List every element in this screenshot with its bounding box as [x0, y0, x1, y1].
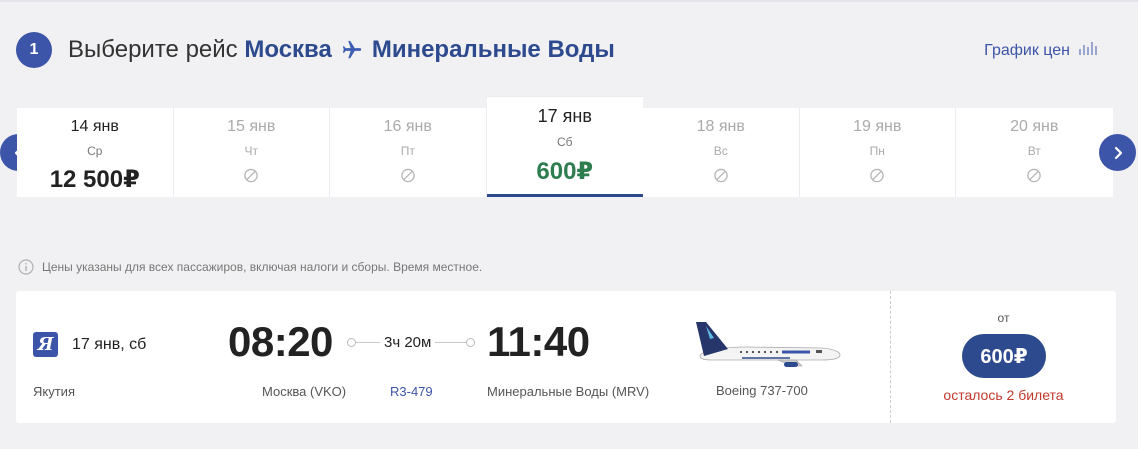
aircraft-type: Boeing 737-700 [716, 383, 808, 398]
departure-dot [347, 338, 356, 347]
weekday-label: Пт [400, 144, 415, 158]
airline-logo: Я [33, 332, 58, 357]
arrival-time: 11:40 [487, 318, 590, 365]
weekday-label: Вс [713, 144, 728, 158]
price-note-text: Цены указаны для всех пассажиров, включа… [42, 260, 483, 274]
plane-icon [341, 39, 363, 61]
date-label: 20 янв [1010, 118, 1059, 135]
select-flight-price-button[interactable]: 600₽ [962, 334, 1046, 378]
departure-airport: Москва (VKO) [262, 384, 347, 399]
destination-city: Минеральные Воды [371, 36, 615, 63]
unavailable-icon [244, 168, 258, 183]
weekday-label: Пн [869, 144, 885, 158]
price-note: Цены указаны для всех пассажиров, включа… [18, 259, 482, 275]
date-label: 16 янв [383, 118, 432, 135]
date-label: 18 янв [696, 118, 745, 135]
unavailable-icon [1027, 168, 1041, 183]
weekday-label: Чт [244, 144, 259, 158]
date-option-15[interactable]: 15 янв Чт [174, 108, 330, 197]
date-label: 19 янв [853, 118, 902, 135]
date-label: 15 янв [227, 118, 276, 135]
price-chart-label: График цен [984, 41, 1070, 59]
weekday-label: Вт [1027, 144, 1041, 158]
date-selector: 14 янв Ср 12 500₽ 15 янв Чт 16 янв Пт 17… [17, 97, 1113, 197]
airline-name: Якутия [33, 384, 75, 399]
unavailable-icon [714, 168, 728, 183]
date-option-17-selected[interactable]: 17 янв Сб 600₽ [486, 97, 643, 197]
seats-left-warning: осталось 2 билета [943, 387, 1064, 403]
arrival-dot [466, 338, 475, 347]
flight-duration: 3ч 20м [380, 334, 436, 351]
weekday-label: Сб [556, 135, 573, 149]
weekday-label: Ср [87, 144, 103, 158]
step-number-badge: 1 [16, 32, 52, 68]
date-option-16[interactable]: 16 янв Пт [330, 108, 487, 197]
aircraft-image [696, 322, 841, 367]
chevron-right-icon [1114, 146, 1122, 159]
unavailable-icon [870, 168, 884, 183]
date-option-20[interactable]: 20 янв Вт [956, 108, 1113, 197]
date-price: 12 500₽ [49, 166, 140, 193]
flight-card[interactable]: Я 17 янв, сб Якутия 08:20 Москва (VKO) 3… [16, 291, 1116, 423]
bar-chart-icon [1078, 40, 1098, 61]
origin-city: Москва [244, 36, 332, 63]
top-divider [0, 0, 1138, 2]
date-label: 17 янв [537, 106, 592, 126]
date-label: 14 янв [70, 118, 119, 135]
info-icon [18, 259, 34, 275]
flight-number-link[interactable]: R3-479 [390, 384, 433, 399]
date-option-18[interactable]: 18 янв Вс [643, 108, 800, 197]
page-title: Выберите рейс Москва Минеральные Воды [68, 36, 615, 64]
date-option-19[interactable]: 19 янв Пн [800, 108, 956, 197]
date-option-14[interactable]: 14 янв Ср 12 500₽ [17, 108, 174, 197]
date-price: 600₽ [536, 158, 594, 185]
departure-time: 08:20 [228, 318, 333, 365]
price-from-label: от [997, 311, 1010, 325]
title-prefix: Выберите рейс [68, 36, 238, 63]
next-dates-button[interactable] [1099, 134, 1136, 171]
flight-date: 17 янв, сб [72, 336, 147, 353]
arrival-airport: Минеральные Воды (MRV) [487, 384, 650, 399]
unavailable-icon [401, 168, 415, 183]
price-chart-link[interactable]: График цен [984, 40, 1098, 61]
